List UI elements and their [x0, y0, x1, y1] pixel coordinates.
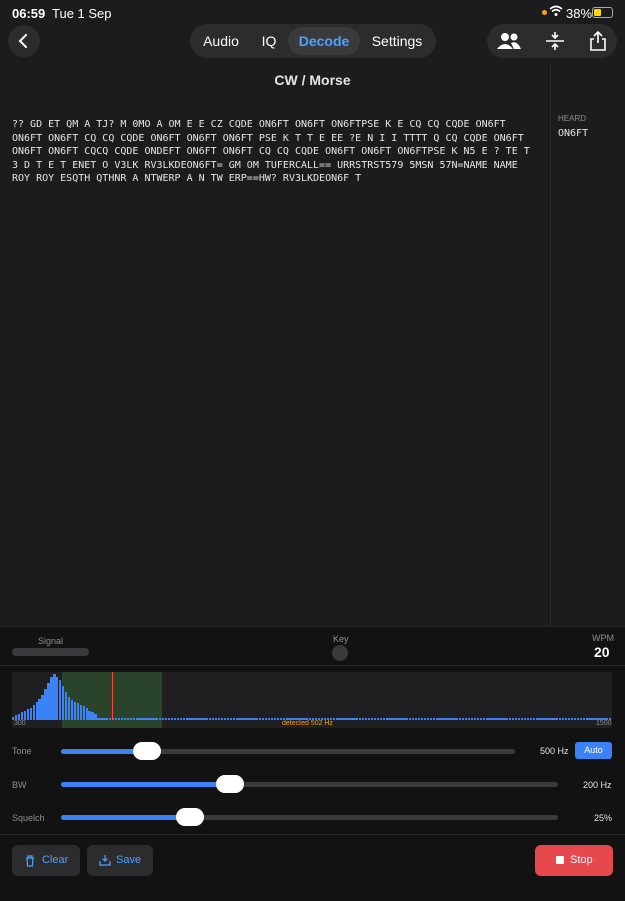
- split-icon[interactable]: [545, 31, 565, 51]
- control-panel: Signal Key WPM 20 300 detected 502 Hz 15…: [0, 626, 625, 901]
- stop-label: Stop: [570, 854, 593, 866]
- status-date: Tue 1 Sep: [52, 6, 112, 21]
- heard-label: HEARD: [558, 114, 587, 123]
- status-time: 06:59: [12, 6, 46, 21]
- bw-fill: [61, 782, 230, 787]
- spectrum-max-label: 1500: [596, 720, 612, 727]
- tab-decode[interactable]: Decode: [288, 27, 360, 55]
- wpm-label: WPM: [592, 633, 614, 643]
- tab-iq[interactable]: IQ: [252, 27, 286, 55]
- spectrum-min-label: 300: [14, 720, 26, 727]
- tone-thumb[interactable]: [133, 742, 162, 760]
- battery-icon: [592, 7, 613, 18]
- bw-value: 200 Hz: [583, 780, 612, 790]
- save-button[interactable]: Save: [87, 845, 153, 876]
- tone-slider[interactable]: [61, 742, 515, 760]
- trash-icon: [26, 855, 34, 867]
- key-label: Key: [333, 634, 349, 644]
- clear-button[interactable]: Clear: [12, 845, 80, 876]
- bw-label: BW: [12, 780, 27, 790]
- tab-bar: Audio IQ Decode Settings: [190, 24, 436, 58]
- toolbar-group: [487, 24, 617, 58]
- save-label: Save: [116, 854, 142, 866]
- decoded-text: ?? GD ET QM A TJ? M 0MO A OM E E CZ CQDE…: [12, 119, 536, 184]
- auto-tone-button[interactable]: Auto: [575, 742, 612, 759]
- bw-thumb[interactable]: [215, 775, 244, 793]
- squelch-value: 25%: [594, 813, 613, 823]
- squelch-fill: [61, 815, 191, 820]
- chevron-left-icon: [18, 34, 27, 48]
- page-title: CW / Morse: [274, 72, 351, 88]
- signal-label: Signal: [38, 636, 64, 646]
- tab-audio[interactable]: Audio: [196, 27, 246, 55]
- battery-percent: 38%: [566, 6, 593, 21]
- tab-settings[interactable]: Settings: [364, 27, 430, 55]
- back-button[interactable]: [8, 25, 40, 57]
- squelch-thumb[interactable]: [176, 808, 205, 826]
- stop-button[interactable]: Stop: [535, 845, 613, 876]
- squelch-label: Squelch: [12, 813, 45, 823]
- wpm-value: 20: [594, 644, 610, 660]
- key-indicator: [332, 645, 348, 661]
- share-icon[interactable]: [589, 31, 607, 51]
- heard-callsign[interactable]: ON6FT: [558, 128, 588, 139]
- sidebar-divider: [550, 64, 551, 626]
- detected-frequency: detected 502 Hz: [282, 720, 333, 727]
- tone-label: Tone: [12, 746, 32, 756]
- squelch-slider[interactable]: [61, 808, 558, 826]
- tone-marker: [112, 672, 113, 720]
- wifi-icon: [549, 4, 563, 21]
- bw-slider[interactable]: [61, 775, 558, 793]
- users-icon[interactable]: [497, 32, 521, 50]
- tone-value: 500 Hz: [540, 746, 569, 756]
- stop-icon: [556, 856, 564, 864]
- signal-meter: [12, 648, 89, 656]
- save-icon: [99, 855, 111, 866]
- recording-dot-icon: [542, 10, 547, 15]
- spectrum-display[interactable]: 300 detected 502 Hz 1500: [12, 672, 612, 728]
- status-bar: 06:59 Tue 1 Sep 38%: [0, 0, 625, 24]
- clear-label: Clear: [42, 854, 69, 866]
